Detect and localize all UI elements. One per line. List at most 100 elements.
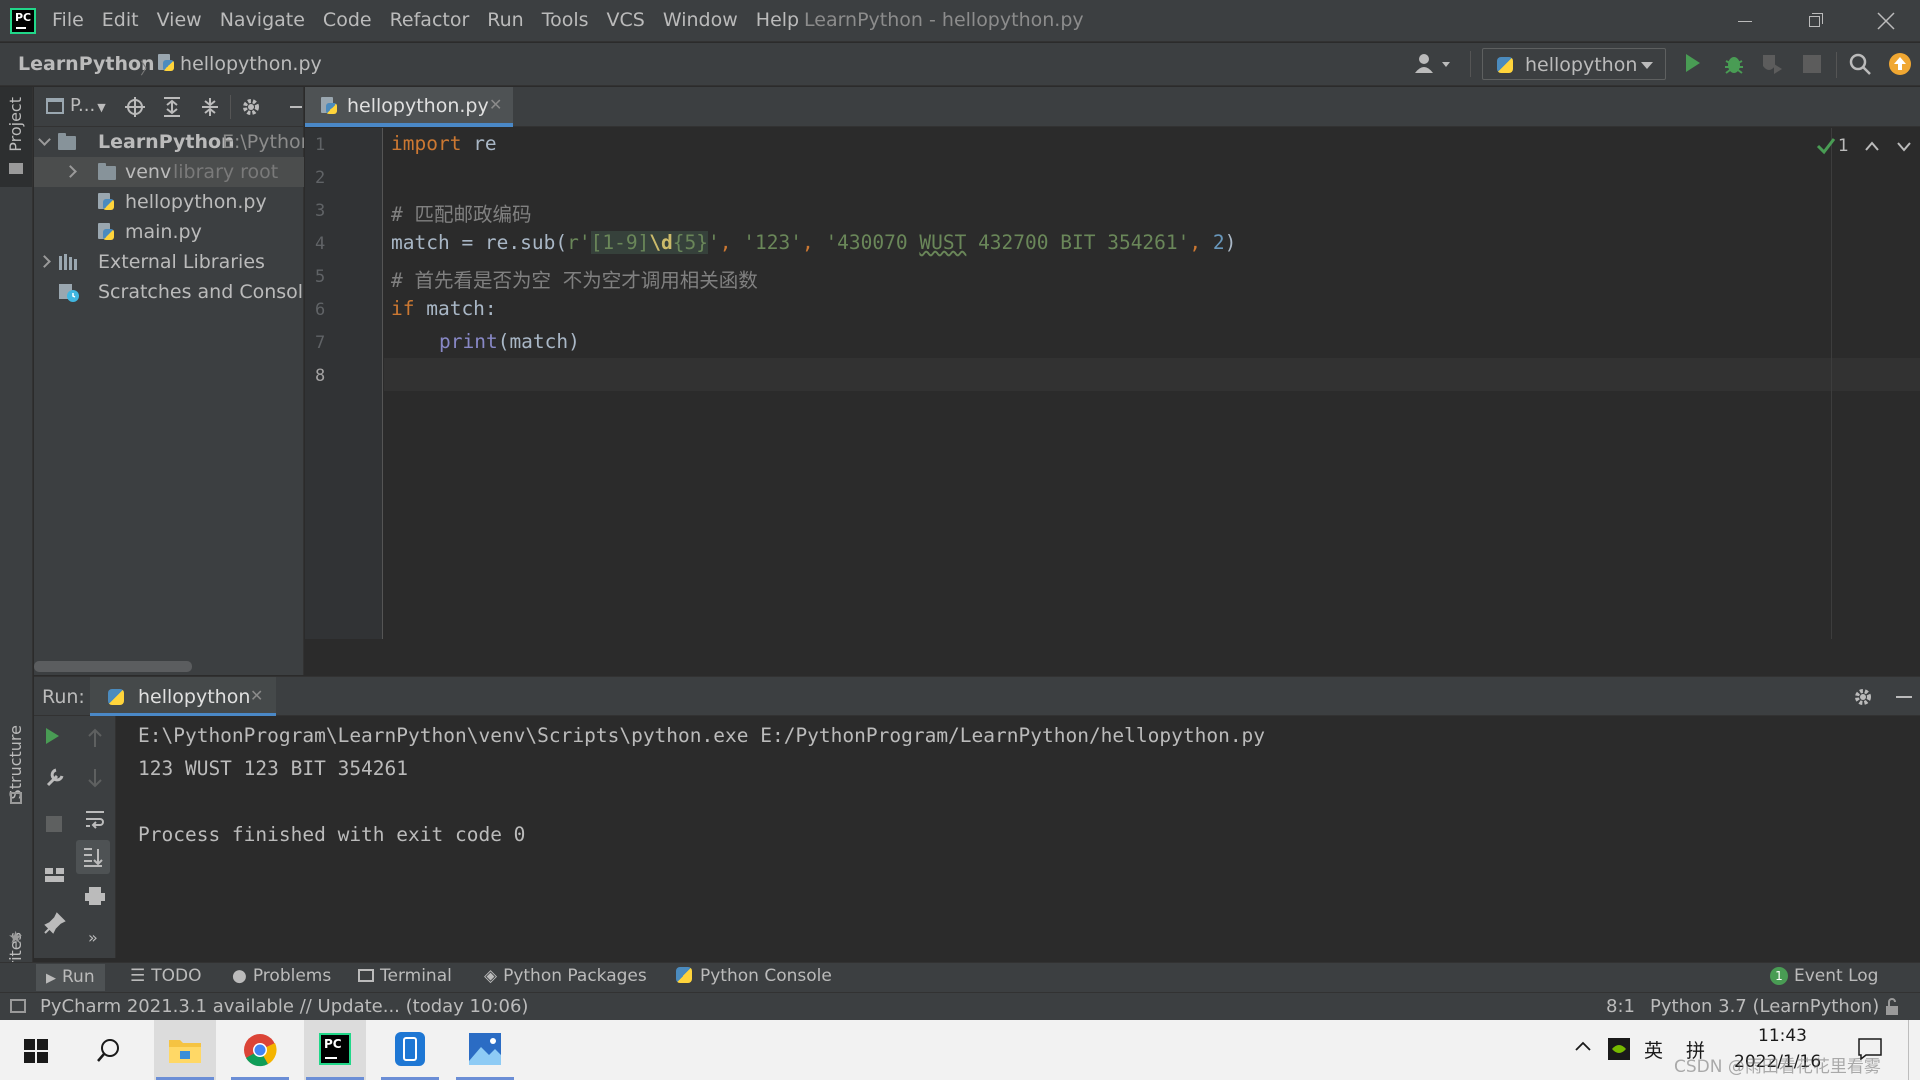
taskbar-pycharm[interactable]: PC: [304, 1020, 366, 1080]
bottom-tab-python-console[interactable]: Python Console: [676, 966, 832, 986]
minimize-button[interactable]: [1714, 4, 1774, 38]
rerun-button[interactable]: [46, 728, 59, 744]
menu-edit[interactable]: Edit: [102, 9, 139, 31]
taskbar-photos[interactable]: [454, 1020, 516, 1080]
menu-code[interactable]: Code: [323, 9, 372, 31]
structure-tool-tab[interactable]: Structure: [0, 717, 32, 817]
chevron-up-icon[interactable]: [1574, 1040, 1592, 1052]
console-line: E:\PythonProgram\LearnPython\venv\Script…: [138, 724, 1266, 747]
caret-position[interactable]: 8:1: [1606, 996, 1635, 1017]
menu-help[interactable]: Help: [756, 9, 799, 31]
menu-run[interactable]: Run: [487, 9, 523, 31]
user-account-icon[interactable]: [1414, 53, 1454, 80]
lock-icon[interactable]: [1884, 997, 1900, 1017]
clock-time[interactable]: 11:43: [1758, 1026, 1807, 1046]
project-view-select[interactable]: P... ▼: [70, 95, 106, 116]
run-configuration-select[interactable]: hellopython: [1482, 48, 1666, 80]
structure-icon: [10, 792, 22, 804]
taskbar-search-button[interactable]: [78, 1020, 140, 1080]
menu-window[interactable]: Window: [663, 9, 738, 31]
tree-item-scratches[interactable]: Scratches and Consoles: [34, 277, 304, 307]
menu-file[interactable]: File: [52, 9, 84, 31]
pin-icon[interactable]: [44, 912, 66, 934]
ime-language-indicator[interactable]: 英: [1644, 1036, 1663, 1063]
locate-file-icon[interactable]: [124, 96, 146, 118]
notification-icon[interactable]: [1858, 1038, 1882, 1060]
arrow-up-icon[interactable]: [86, 728, 104, 748]
stop-button[interactable]: [1800, 52, 1826, 78]
collapse-all-icon[interactable]: [200, 96, 220, 118]
wrench-icon[interactable]: [44, 766, 66, 788]
layout-icon[interactable]: [44, 866, 66, 884]
coverage-button[interactable]: [1760, 52, 1786, 78]
hide-panel-icon[interactable]: [290, 106, 302, 108]
taskbar-chrome[interactable]: [229, 1020, 291, 1080]
tree-item-hellopython[interactable]: hellopython.py: [34, 187, 304, 217]
stop-icon[interactable]: [46, 816, 62, 832]
show-desktop-button[interactable]: [1908, 1020, 1909, 1080]
menu-view[interactable]: View: [157, 9, 202, 31]
project-tool-tab[interactable]: Project: [0, 87, 32, 187]
folder-icon: [98, 163, 116, 180]
breadcrumb-file[interactable]: hellopython.py: [158, 53, 322, 75]
toolbar-divider: [230, 95, 231, 119]
menu-vcs[interactable]: VCS: [607, 9, 645, 31]
run-console-output[interactable]: E:\PythonProgram\LearnPython\venv\Script…: [116, 716, 1920, 958]
structure-tab-label: Structure: [6, 725, 25, 800]
search-everywhere-button[interactable]: [1848, 52, 1874, 78]
bottom-tab-terminal[interactable]: Terminal: [358, 966, 452, 986]
tree-item-main[interactable]: main.py: [34, 217, 304, 247]
restore-button[interactable]: [1784, 4, 1844, 38]
favorites-tool-tab[interactable]: Favorites ★: [0, 842, 32, 1004]
scroll-to-end-button[interactable]: [76, 840, 110, 874]
menu-navigate[interactable]: Navigate: [220, 9, 305, 31]
breadcrumb-project[interactable]: LearnPython: [18, 53, 155, 75]
arrow-down-icon[interactable]: [86, 768, 104, 788]
close-tab-icon[interactable]: ✕: [489, 95, 502, 114]
tool-windows-icon[interactable]: [10, 999, 26, 1013]
tab-hellopython[interactable]: hellopython.py ✕: [305, 87, 513, 127]
menu-tools[interactable]: Tools: [542, 9, 589, 31]
windows-start-button[interactable]: [4, 1020, 66, 1080]
bug-icon: [1725, 57, 1743, 74]
tree-item-venv[interactable]: venv library root: [34, 157, 304, 187]
inspection-widget[interactable]: [1816, 136, 1836, 161]
tree-item-external-libraries[interactable]: External Libraries: [34, 247, 304, 277]
taskbar-phone-app[interactable]: [379, 1020, 441, 1080]
gear-icon[interactable]: [1852, 686, 1874, 708]
soft-wrap-icon[interactable]: [84, 808, 106, 830]
hide-panel-icon[interactable]: [1896, 696, 1912, 698]
line-number: 8: [315, 366, 326, 386]
bottom-tab-todo[interactable]: ☰ TODO: [130, 966, 202, 986]
bottom-tab-python-packages[interactable]: ◈ Python Packages: [484, 966, 647, 986]
gear-icon[interactable]: [240, 96, 262, 118]
code-line-4: match = re.sub(r'[1-9]\d{5}', '123', '43…: [391, 231, 1237, 254]
python-interpreter[interactable]: Python 3.7 (LearnPython): [1650, 996, 1879, 1017]
left-tool-stripe: Project Structure Favorites ★: [0, 87, 33, 1004]
status-message[interactable]: PyCharm 2021.3.1 available // Update... …: [40, 996, 528, 1017]
nvidia-tray-icon[interactable]: [1608, 1038, 1630, 1060]
event-log-button[interactable]: 1 Event Log: [1770, 966, 1878, 986]
expand-all-icon[interactable]: [162, 96, 182, 118]
menu-refactor[interactable]: Refactor: [390, 9, 470, 31]
chevron-down-icon[interactable]: [1896, 140, 1912, 152]
pycharm-logo-icon[interactable]: PC: [10, 8, 36, 34]
debug-button[interactable]: [1722, 52, 1748, 78]
chevron-up-icon[interactable]: [1864, 140, 1880, 152]
run-tab-label: hellopython: [138, 686, 251, 708]
updates-button[interactable]: [1888, 52, 1914, 78]
bottom-tab-run[interactable]: ▶ Run: [36, 964, 105, 991]
print-icon[interactable]: [84, 886, 106, 906]
run-button[interactable]: [1686, 54, 1712, 80]
taskbar-file-explorer[interactable]: [154, 1020, 216, 1080]
tree-item-hint: library root: [173, 161, 279, 183]
csdn-watermark: CSDN @雨田看花花里看雾: [1674, 1057, 1881, 1077]
project-view-icon: [46, 98, 64, 114]
project-horizontal-scrollbar[interactable]: [34, 661, 192, 672]
more-icon[interactable]: »: [88, 928, 98, 947]
tree-item-learnpython[interactable]: LearnPython E:\Python: [34, 127, 304, 157]
bottom-tab-problems[interactable]: ● Problems: [232, 966, 331, 986]
close-tab-icon[interactable]: ✕: [250, 686, 263, 705]
close-window-button[interactable]: [1856, 4, 1916, 38]
run-tab-hellopython[interactable]: hellopython ✕: [90, 677, 276, 717]
